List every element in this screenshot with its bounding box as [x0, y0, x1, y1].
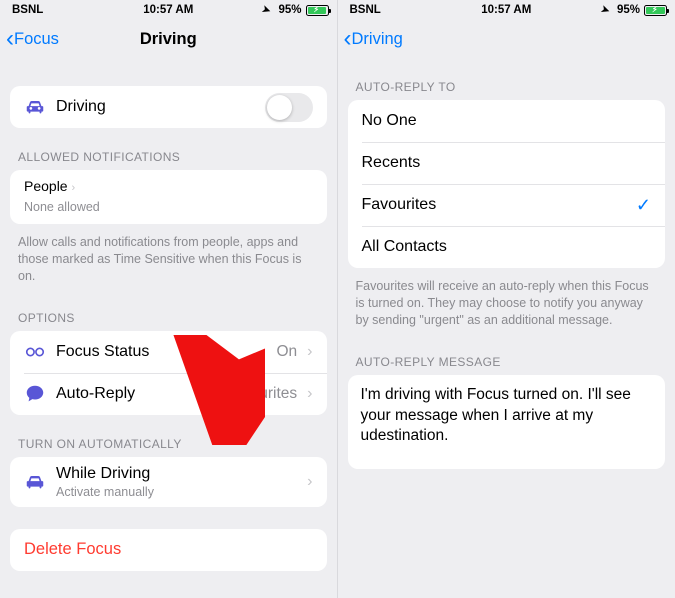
while-driving-row[interactable]: While Driving Activate manually ›	[10, 457, 327, 507]
auto-reply-to-card: No One Recents Favourites ✓ All Contacts	[348, 100, 666, 268]
option-all-contacts[interactable]: All Contacts	[348, 226, 666, 268]
chevron-right-icon: ›	[307, 473, 312, 491]
carrier-label: BSNL	[12, 4, 43, 16]
back-label: Driving	[352, 30, 403, 49]
left-content: Driving ALLOWED NOTIFICATIONS People › N…	[0, 58, 337, 598]
allowed-notif-header: ALLOWED NOTIFICATIONS	[0, 128, 337, 170]
focus-status-value: On	[276, 343, 297, 361]
auto-reply-row[interactable]: Auto-Reply Favourites ›	[10, 373, 327, 415]
driving-toggle-label: Driving	[56, 98, 255, 116]
page-title: Driving	[140, 30, 197, 49]
people-label: People	[24, 178, 68, 194]
allowed-notif-footer: Allow calls and notifications from peopl…	[0, 224, 337, 289]
option-label: Favourites	[362, 196, 626, 214]
auto-on-header: TURN ON AUTOMATICALLY	[0, 415, 337, 457]
options-header: OPTIONS	[0, 289, 337, 331]
while-driving-sublabel: Activate manually	[56, 485, 297, 499]
option-favourites[interactable]: Favourites ✓	[348, 184, 666, 226]
speech-bubble-icon	[24, 383, 46, 405]
carrier-label: BSNL	[350, 4, 381, 16]
chevron-left-icon: ‹	[6, 27, 14, 51]
while-driving-label: While Driving	[56, 465, 297, 483]
focus-status-icon	[24, 341, 46, 363]
option-label: Recents	[362, 154, 652, 172]
car-icon	[24, 96, 46, 118]
car-icon	[24, 471, 46, 493]
nav-bar: ‹ Focus Driving	[0, 20, 337, 58]
options-card: Focus Status On › Auto-Reply Favourites …	[10, 331, 327, 415]
focus-status-label: Focus Status	[56, 343, 266, 361]
option-no-one[interactable]: No One	[348, 100, 666, 142]
option-recents[interactable]: Recents	[348, 142, 666, 184]
chevron-left-icon: ‹	[344, 27, 352, 51]
right-content: AUTO-REPLY TO No One Recents Favourites …	[338, 58, 675, 598]
right-screen: BSNL 10:57 AM ➤ 95% ⚡︎ ‹ Driving AUTO-RE…	[338, 0, 675, 598]
chevron-right-icon: ›	[307, 385, 312, 403]
clock: 10:57 AM	[481, 4, 531, 16]
nav-bar: ‹ Driving	[338, 20, 675, 58]
people-sublabel: None allowed	[24, 200, 313, 214]
chevron-right-icon: ›	[71, 182, 75, 194]
focus-toggle-card: Driving	[10, 86, 327, 128]
status-bar: BSNL 10:57 AM ➤ 95% ⚡︎	[338, 0, 675, 20]
driving-toggle-row[interactable]: Driving	[10, 86, 327, 128]
auto-reply-to-header: AUTO-REPLY TO	[338, 58, 675, 100]
battery-icon: ⚡︎	[306, 5, 329, 16]
driving-toggle[interactable]	[265, 93, 313, 122]
auto-reply-label: Auto-Reply	[56, 385, 215, 403]
battery-percent: 95%	[278, 4, 301, 16]
back-button[interactable]: ‹ Focus	[4, 27, 59, 51]
battery-icon: ⚡︎	[644, 5, 667, 16]
back-button[interactable]: ‹ Driving	[342, 27, 403, 51]
people-row[interactable]: People › None allowed	[10, 170, 327, 224]
auto-reply-to-footer: Favourites will receive an auto-reply wh…	[338, 268, 675, 333]
back-label: Focus	[14, 30, 59, 49]
delete-focus-label: Delete Focus	[24, 540, 121, 559]
auto-reply-message-field[interactable]: I'm driving with Focus turned on. I'll s…	[348, 375, 666, 469]
allowed-notif-card: People › None allowed	[10, 170, 327, 224]
auto-reply-value: Favourites	[225, 385, 297, 403]
chevron-right-icon: ›	[307, 343, 312, 361]
clock: 10:57 AM	[143, 4, 193, 16]
location-icon: ➤	[599, 3, 611, 16]
delete-card: Delete Focus	[10, 529, 327, 571]
option-label: No One	[362, 112, 652, 130]
check-icon: ✓	[636, 195, 651, 216]
auto-reply-msg-header: AUTO-REPLY MESSAGE	[338, 333, 675, 375]
focus-status-row[interactable]: Focus Status On ›	[10, 331, 327, 373]
auto-on-card: While Driving Activate manually ›	[10, 457, 327, 507]
status-bar: BSNL 10:57 AM ➤ 95% ⚡︎	[0, 0, 337, 20]
option-label: All Contacts	[362, 238, 652, 256]
battery-percent: 95%	[617, 4, 640, 16]
left-screen: BSNL 10:57 AM ➤ 95% ⚡︎ ‹ Focus Driving	[0, 0, 338, 598]
location-icon: ➤	[260, 3, 272, 16]
delete-focus-row[interactable]: Delete Focus	[10, 529, 327, 571]
